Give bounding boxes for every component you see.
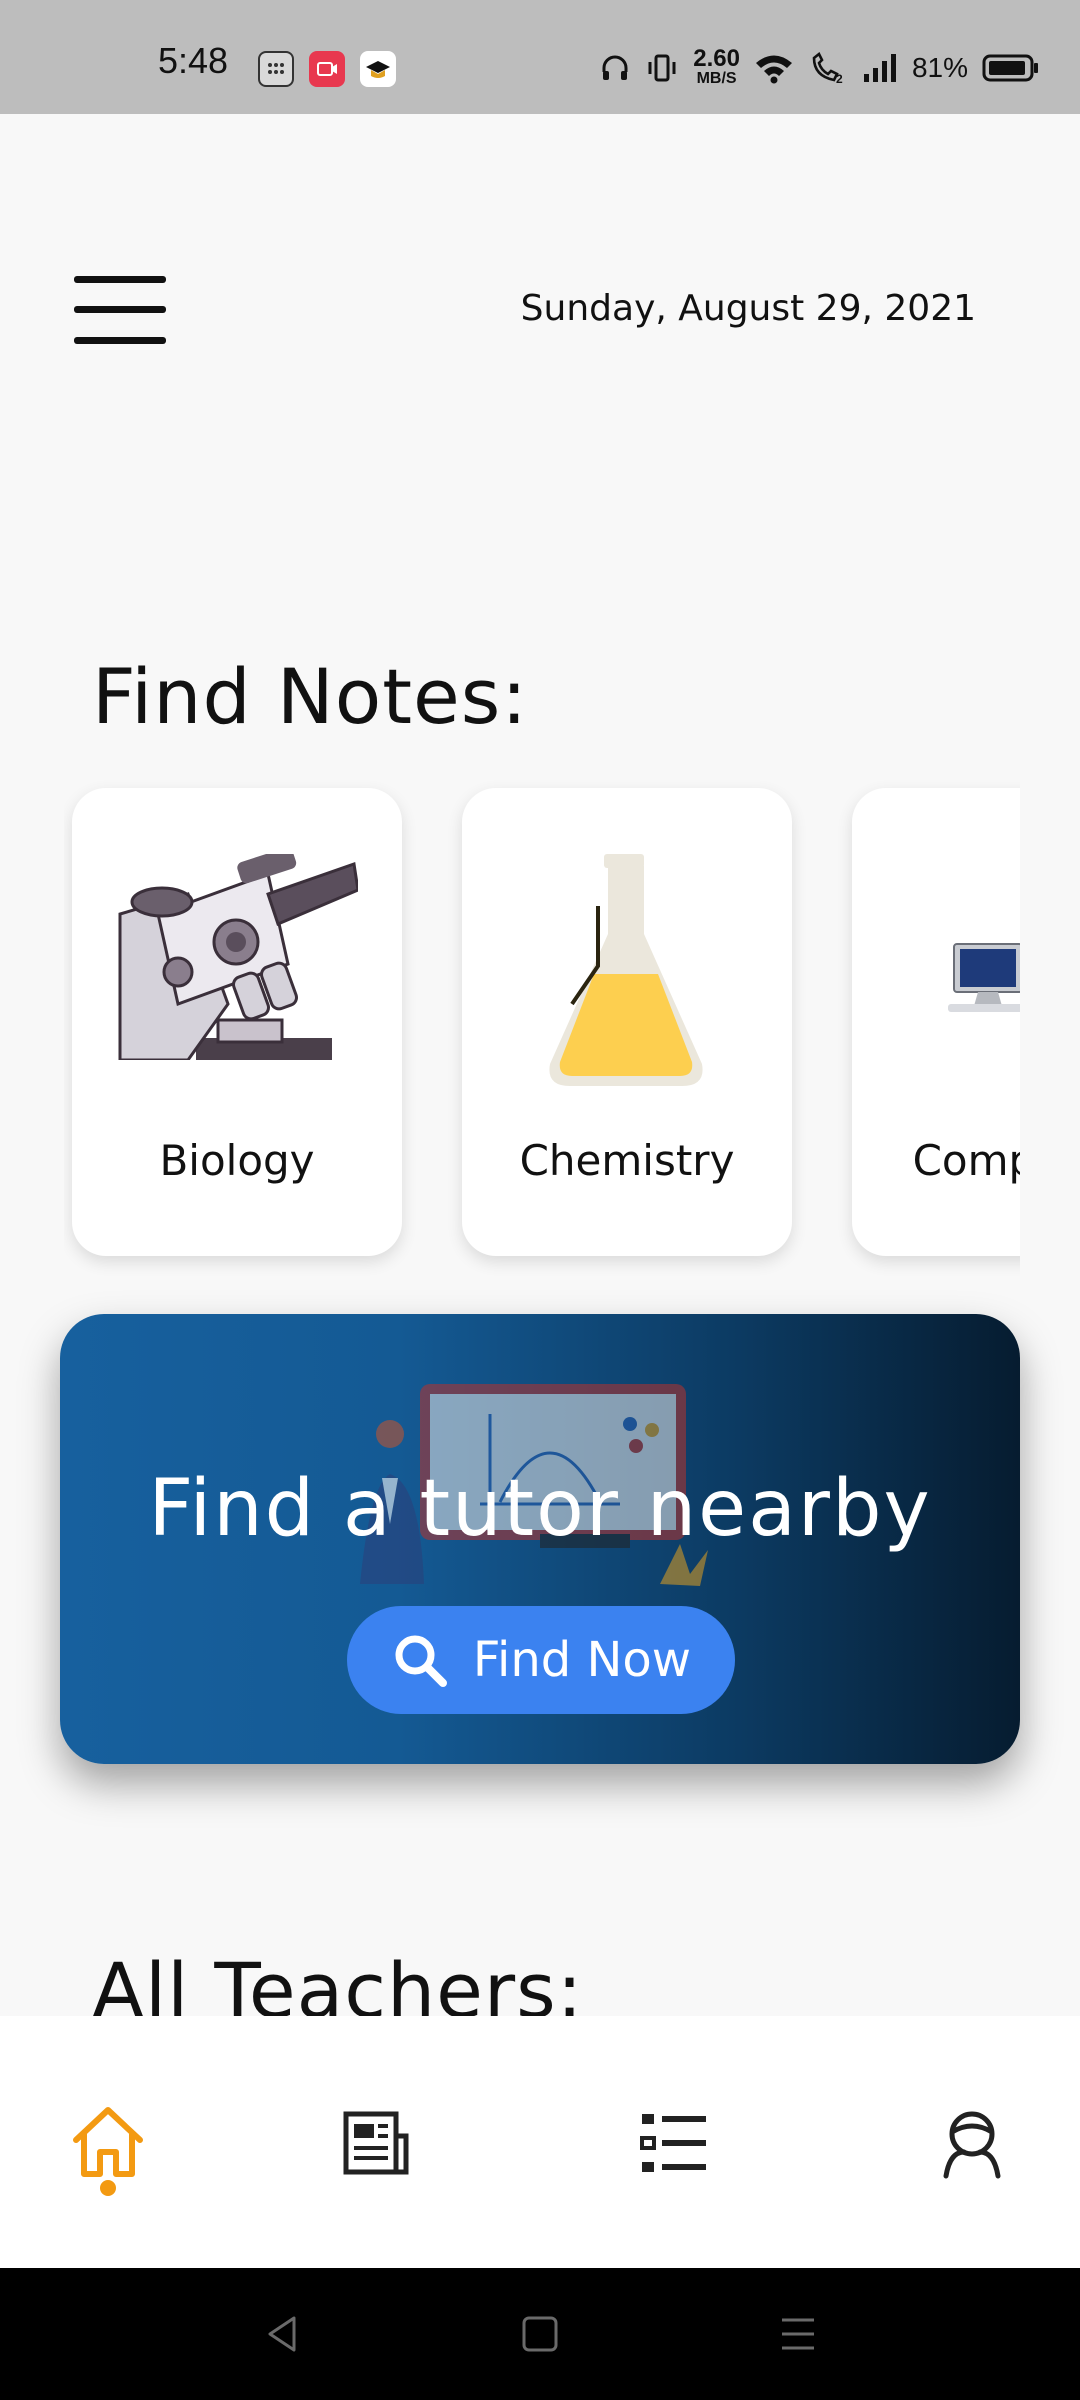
nav-list[interactable] xyxy=(634,2102,714,2182)
battery-percent: 81% xyxy=(911,52,968,83)
network-speed: 2.60 MB/S xyxy=(693,45,740,88)
status-time: 5:48 xyxy=(158,40,229,81)
search-icon xyxy=(395,1635,447,1687)
recents-icon[interactable] xyxy=(778,2312,818,2356)
active-indicator-dot xyxy=(100,2180,116,2196)
calculator-icon xyxy=(258,51,294,87)
subject-label: Chemistry xyxy=(519,1136,735,1185)
flask-icon xyxy=(549,854,703,1086)
system-nav-bar xyxy=(0,2268,1080,2400)
list-icon xyxy=(640,2114,706,2172)
find-notes-title: Find Notes: xyxy=(92,652,528,741)
tutor-banner[interactable]: Find a tutor nearby Find Now xyxy=(60,1314,1020,1764)
subject-card-biology[interactable]: Biology xyxy=(72,788,402,1256)
signal-icon xyxy=(863,54,896,82)
subject-card-computer[interactable]: Computer xyxy=(852,788,1020,1256)
find-now-label: Find Now xyxy=(472,1632,692,1688)
computer-icon xyxy=(948,943,1020,1012)
bottom-nav xyxy=(0,2016,1080,2268)
wifi-icon xyxy=(755,55,792,84)
subject-label: Biology xyxy=(159,1136,315,1185)
speed-unit: MB/S xyxy=(696,70,737,87)
wifi-call-icon: 2 xyxy=(812,52,843,84)
svg-text:2: 2 xyxy=(836,72,843,84)
subject-label: Computer xyxy=(912,1136,1020,1185)
nav-home[interactable] xyxy=(68,2102,148,2182)
back-icon[interactable] xyxy=(262,2312,302,2356)
battery-icon xyxy=(982,54,1038,82)
menu-icon[interactable] xyxy=(74,274,166,346)
speed-value: 2.60 xyxy=(693,45,740,72)
vibrate-icon xyxy=(648,54,676,82)
home-icon xyxy=(73,2107,143,2177)
screen-recorder-icon xyxy=(309,51,345,87)
home-square-icon[interactable] xyxy=(520,2312,560,2356)
microscope-icon xyxy=(118,854,358,1060)
tutor-banner-title: Find a tutor nearby xyxy=(148,1464,932,1554)
nav-news[interactable] xyxy=(336,2102,416,2182)
headphones-icon xyxy=(602,55,628,80)
status-bar: 5:48 2.60 MB/S 2 81% xyxy=(0,0,1080,114)
graduation-cap-icon xyxy=(360,51,396,87)
user-icon xyxy=(943,2111,1001,2179)
find-now-button[interactable]: Find Now xyxy=(347,1606,735,1714)
subject-card-chemistry[interactable]: Chemistry xyxy=(462,788,792,1256)
subject-carousel[interactable]: Biology Chemistry Computer xyxy=(64,780,1020,1280)
status-icons: 2.60 MB/S 2 81% xyxy=(599,46,1040,90)
current-date: Sunday, August 29, 2021 xyxy=(520,288,976,329)
nav-profile[interactable] xyxy=(932,2102,1012,2182)
news-icon xyxy=(343,2111,409,2175)
